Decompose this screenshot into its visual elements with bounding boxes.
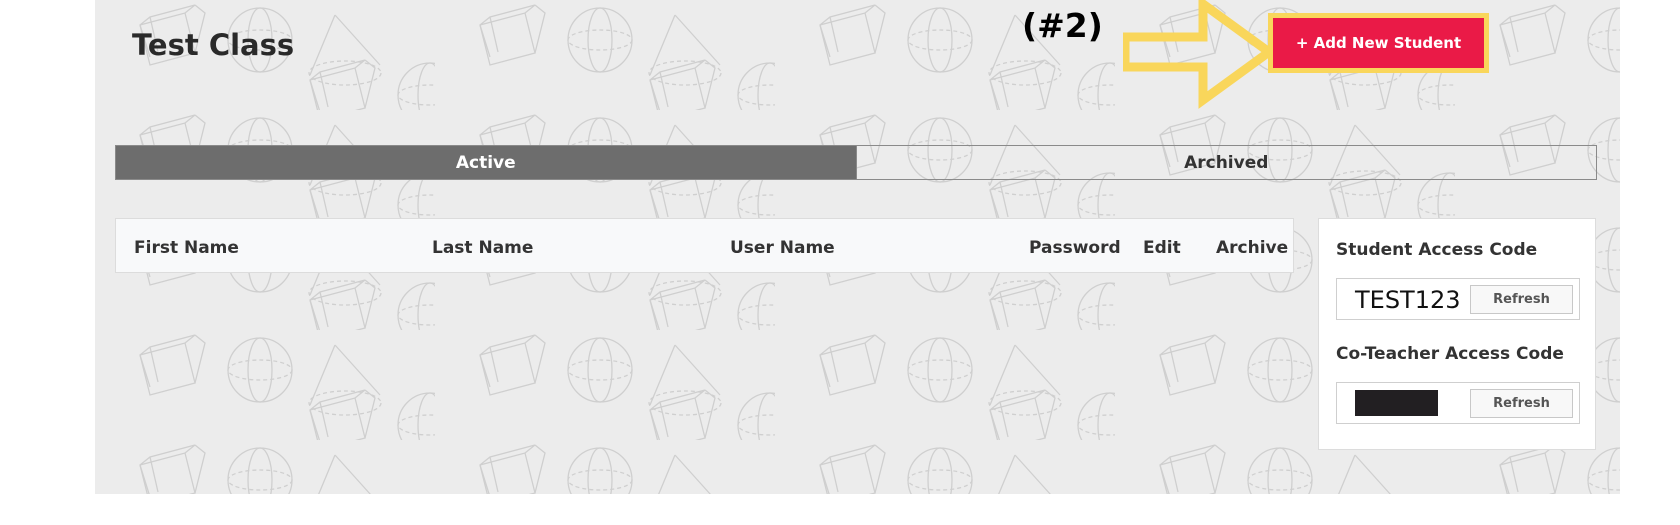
annotation-label: (#2): [1022, 6, 1103, 45]
column-archive: Archive: [1216, 238, 1289, 258]
redacted-coteacher-code: [1355, 390, 1438, 416]
coteacher-access-code-box: Refresh: [1336, 382, 1580, 424]
coteacher-access-code-label: Co-Teacher Access Code: [1336, 344, 1564, 364]
tab-active[interactable]: Active: [116, 146, 856, 179]
class-panel: Test Class Active Archived First Name La…: [95, 0, 1620, 494]
column-last-name[interactable]: Last Name: [432, 238, 533, 258]
access-codes-card: Student Access Code TEST123 Refresh Co-T…: [1318, 218, 1596, 450]
column-first-name[interactable]: First Name: [134, 238, 239, 258]
add-new-student-button[interactable]: + Add New Student: [1268, 13, 1489, 73]
tab-archived[interactable]: Archived: [855, 146, 1597, 179]
refresh-coteacher-code-button[interactable]: Refresh: [1470, 389, 1573, 418]
student-access-code: TEST123: [1355, 286, 1461, 314]
status-tabs: Active Archived: [115, 145, 1597, 180]
column-edit: Edit: [1143, 238, 1181, 258]
students-table-header: First Name Last Name User Name Password …: [115, 218, 1294, 273]
refresh-student-code-button[interactable]: Refresh: [1470, 285, 1573, 314]
student-access-code-label: Student Access Code: [1336, 240, 1538, 260]
student-access-code-box: TEST123 Refresh: [1336, 278, 1580, 320]
column-password: Password: [1029, 238, 1121, 258]
page-title: Test Class: [132, 28, 295, 62]
column-user-name[interactable]: User Name: [730, 238, 835, 258]
annotation-arrow-icon: [1123, 0, 1273, 109]
